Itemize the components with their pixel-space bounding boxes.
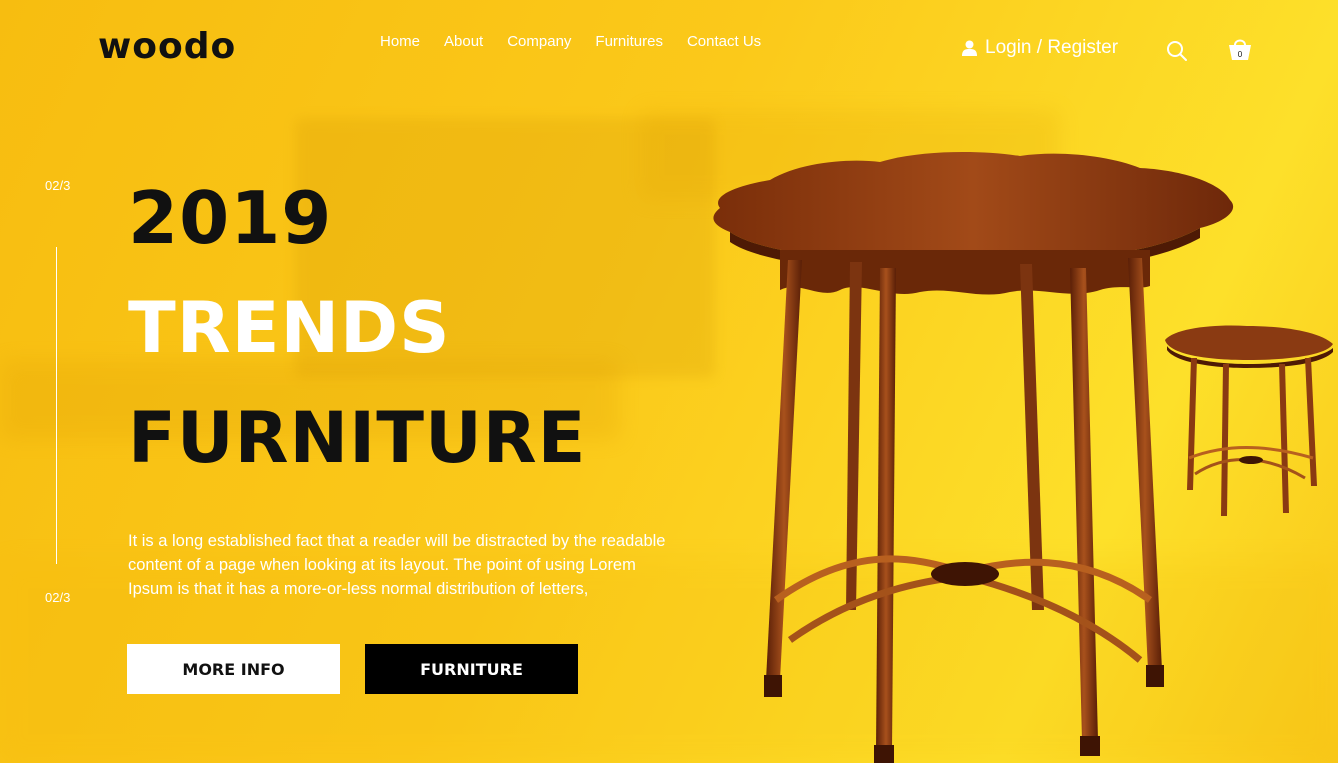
site-logo[interactable]: woodo — [98, 26, 236, 67]
nav-item-furnitures[interactable]: Furnitures — [595, 33, 663, 50]
more-info-button[interactable]: MORE INFO — [127, 644, 340, 694]
nav-item-about[interactable]: About — [444, 33, 483, 50]
slide-counter-bottom: 02/3 — [45, 590, 71, 605]
main-nav: Home About Company Furnitures Contact Us — [380, 33, 761, 50]
nav-item-contact-us[interactable]: Contact Us — [687, 33, 761, 50]
login-register-link[interactable]: Login / Register — [962, 37, 1118, 59]
nav-item-home[interactable]: Home — [380, 33, 420, 50]
nav-item-company[interactable]: Company — [507, 33, 571, 50]
search-icon[interactable] — [1166, 40, 1188, 62]
cart-icon[interactable]: 0 — [1228, 36, 1252, 62]
hero-description: It is a long established fact that a rea… — [128, 532, 666, 598]
hero-title-year: 2019 — [128, 176, 333, 260]
slide-progress-line — [56, 247, 57, 564]
cart-count: 0 — [1238, 50, 1243, 59]
furniture-button[interactable]: FURNITURE — [365, 644, 578, 694]
small-wooden-table-image — [1165, 325, 1333, 516]
hero-title-furniture: FURNITURE — [128, 397, 587, 479]
hero-title-trends: TRENDS — [128, 287, 451, 369]
hero-section: woodo Home About Company Furnitures Cont… — [0, 0, 1338, 763]
slide-counter-top: 02/3 — [45, 178, 71, 193]
user-icon — [962, 40, 977, 56]
login-register-label: Login / Register — [985, 37, 1119, 58]
